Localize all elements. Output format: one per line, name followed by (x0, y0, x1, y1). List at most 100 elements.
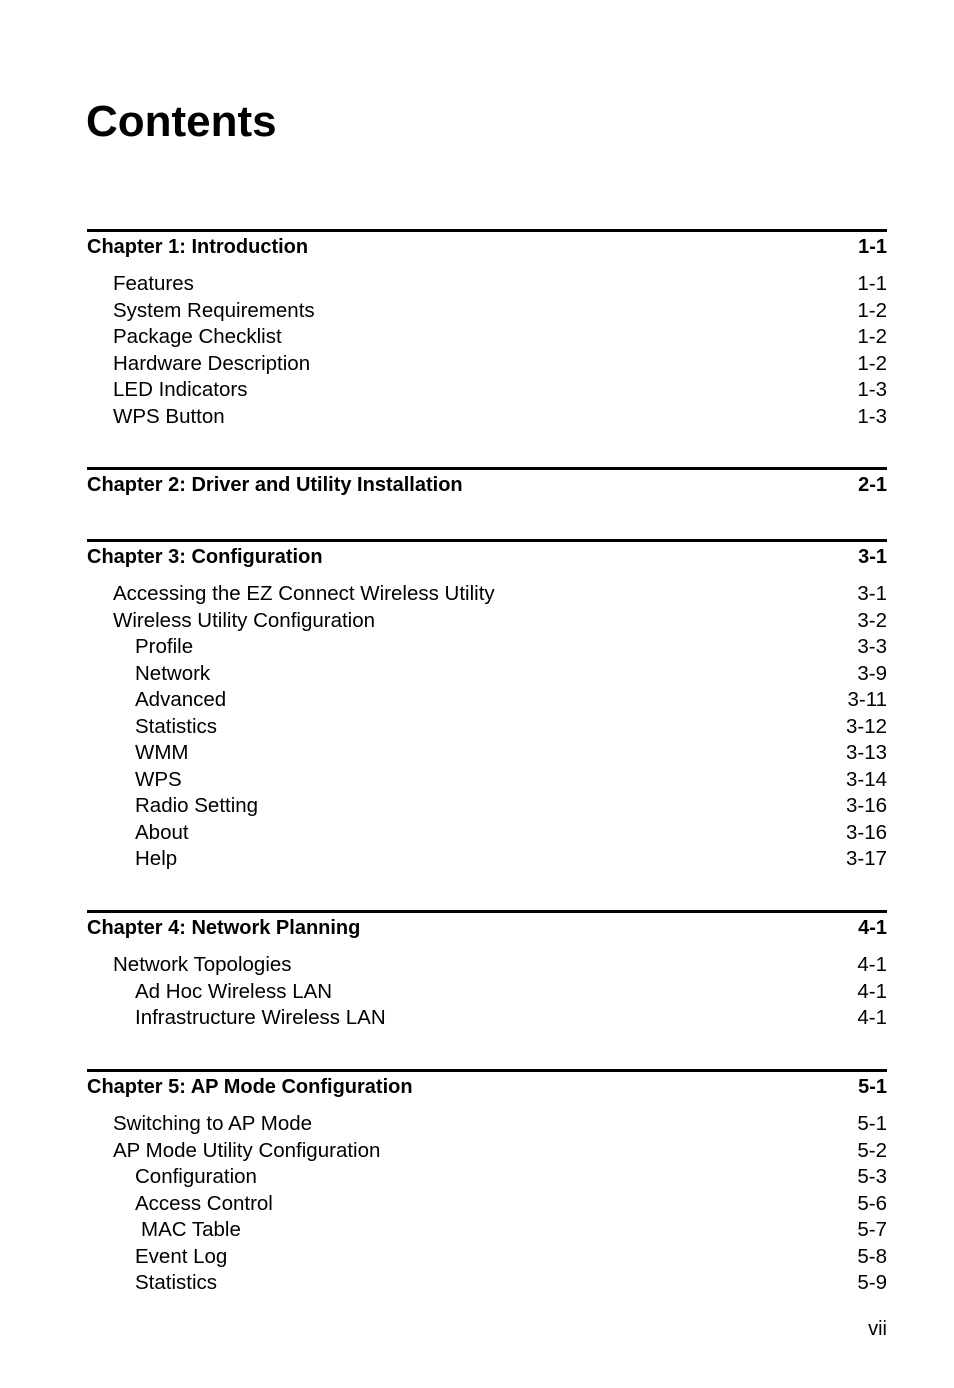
entry-title: Access Control (135, 1191, 273, 1215)
entry-page-number: 4-1 (857, 953, 887, 976)
entry-page-number: 3-2 (857, 608, 887, 632)
toc-entry[interactable]: WPS 3-14 (87, 767, 887, 794)
entry-title: WMM (135, 741, 189, 764)
entry-list: Network Topologies 4-1 Ad Hoc Wireless LAN… (87, 952, 887, 1032)
entry-page-number: 5-1 (857, 1112, 887, 1135)
toc-entry[interactable]: About 3-16 (87, 820, 887, 847)
entry-title: WPS (135, 767, 182, 791)
entry-title: Advanced (135, 688, 227, 711)
entry-page-number: 1-2 (857, 298, 887, 322)
page-title: Contents (86, 97, 277, 146)
toc-entry[interactable]: Hardware Description 1-2 (87, 351, 887, 378)
toc-entry[interactable]: Help 3-17 (87, 846, 887, 873)
entry-page-number: 1-2 (857, 351, 887, 375)
toc-entry[interactable]: Configuration 5-3 (87, 1164, 887, 1191)
entry-title: Infrastructure Wireless LAN (135, 1006, 386, 1029)
chapter-page-number: 4-1 (858, 917, 887, 939)
entry-title: Ad Hoc Wireless LAN (135, 979, 333, 1003)
toc-entry[interactable]: Access Control 5-6 (87, 1191, 887, 1218)
toc-entry[interactable]: MAC Table 5-7 (87, 1217, 887, 1244)
entry-page-number: 5-3 (857, 1165, 887, 1188)
entry-title: MAC Table (141, 1218, 241, 1241)
toc-entry[interactable]: Radio Setting 3-16 (87, 793, 887, 820)
chapter-title: Chapter 1: Introduction (87, 236, 309, 258)
entry-title: Radio Setting (135, 794, 259, 817)
toc-entry[interactable]: Network Topologies 4-1 (87, 952, 887, 979)
entry-page-number: 1-2 (857, 325, 887, 348)
entry-title: Network Topologies (113, 953, 292, 976)
entry-title: Hardware Description (113, 351, 311, 375)
entry-title: Accessing the EZ Connect Wireless Utilit… (113, 582, 495, 605)
chapter-title: Chapter 3: Configuration (87, 546, 323, 568)
toc-entry[interactable]: System Requirements 1-2 (87, 298, 887, 325)
toc-entry[interactable]: Infrastructure Wireless LAN 4-1 (87, 1005, 887, 1032)
entry-title: About (135, 820, 189, 844)
toc-entry[interactable]: Event Log 5-8 (87, 1244, 887, 1271)
chapter-section: Chapter 1: Introduction 1-1 Features 1-1 Sys… (87, 229, 887, 430)
entry-title: Configuration (135, 1165, 257, 1188)
page-number: vii (868, 1318, 887, 1340)
chapter-page-number: 1-1 (858, 236, 887, 258)
toc-entry[interactable]: WPS Button 1-3 (87, 404, 887, 431)
entry-page-number: 3-12 (845, 714, 887, 738)
entry-page-number: 3-16 (845, 794, 887, 817)
toc-entry[interactable]: Package Checklist 1-2 (87, 324, 887, 351)
entry-page-number: 1-3 (857, 378, 887, 401)
entry-title: Switching to AP Mode (113, 1112, 313, 1135)
entry-page-number: 3-9 (857, 661, 887, 685)
entry-page-number: 3-1 (857, 582, 887, 605)
chapter-title: Chapter 2: Driver and Utility Installati… (87, 474, 463, 496)
entry-page-number: 5-7 (857, 1218, 887, 1241)
entry-page-number: 5-9 (857, 1271, 887, 1294)
toc-entry[interactable]: Advanced 3-11 (87, 687, 887, 714)
chapter-title: Chapter 5: AP Mode Configuration (87, 1076, 413, 1098)
entry-list: Features 1-1 System Requirements 1-2 Package… (87, 271, 887, 430)
entry-page-number: 3-13 (845, 741, 887, 764)
chapter-page-number: 2-1 (858, 474, 887, 496)
toc-entry[interactable]: WMM 3-13 (87, 740, 887, 767)
entry-page-number: 1-3 (857, 404, 887, 428)
chapter-heading[interactable]: Chapter 5: AP Mode Configuration 5-1 (87, 1075, 887, 1099)
entry-title: Statistics (135, 1271, 218, 1294)
toc-entry[interactable]: Accessing the EZ Connect Wireless Utilit… (87, 581, 887, 608)
entry-page-number: 1-1 (857, 272, 887, 295)
entry-title: Network (135, 661, 211, 685)
entry-list: Switching to AP Mode 5-1 AP Mode Utility C… (87, 1111, 887, 1297)
toc-entry[interactable]: LED Indicators 1-3 (87, 377, 887, 404)
entry-title: Profile (135, 635, 194, 658)
entry-list: Accessing the EZ Connect Wireless Utilit… (87, 581, 887, 873)
entry-page-number: 4-1 (857, 1006, 887, 1029)
toc-entry[interactable]: Wireless Utility Configuration 3-2 (87, 608, 887, 635)
entry-page-number: 4-1 (857, 979, 887, 1003)
chapter-section: Chapter 4: Network Planning 4-1 Network To… (87, 910, 887, 1032)
chapter-heading[interactable]: Chapter 4: Network Planning 4-1 (87, 916, 887, 940)
toc-entry[interactable]: Features 1-1 (87, 271, 887, 298)
entry-page-number: 3-3 (857, 635, 887, 658)
toc-entry[interactable]: Network 3-9 (87, 661, 887, 688)
chapter-title: Chapter 4: Network Planning (87, 917, 361, 939)
entry-page-number: 5-2 (857, 1138, 887, 1162)
entry-title: Wireless Utility Configuration (113, 608, 376, 632)
entry-title: Features (113, 272, 194, 295)
entry-title: LED Indicators (113, 378, 248, 401)
chapter-heading[interactable]: Chapter 3: Configuration 3-1 (87, 545, 887, 569)
chapter-section: Chapter 5: AP Mode Configuration 5-1 Switc… (87, 1069, 887, 1297)
entry-title: System Requirements (113, 298, 315, 322)
toc-entry[interactable]: Switching to AP Mode 5-1 (87, 1111, 887, 1138)
entry-title: Package Checklist (113, 325, 282, 348)
toc-entry[interactable]: Statistics 5-9 (87, 1270, 887, 1297)
entry-page-number: 3-17 (845, 847, 887, 870)
entry-title: Statistics (135, 714, 218, 738)
entry-page-number: 3-16 (845, 820, 887, 844)
toc-entry[interactable]: Profile 3-3 (87, 634, 887, 661)
entry-page-number: 5-8 (857, 1244, 887, 1268)
toc-entry[interactable]: AP Mode Utility Configuration 5-2 (87, 1138, 887, 1165)
chapter-heading[interactable]: Chapter 2: Driver and Utility Installati… (87, 473, 887, 497)
entry-title: AP Mode Utility Configuration (113, 1138, 381, 1162)
toc-entry[interactable]: Statistics 3-12 (87, 714, 887, 741)
chapter-section: Chapter 2: Driver and Utility Installati… (87, 467, 887, 497)
entry-page-number: 3-11 (847, 688, 887, 711)
entry-title: WPS Button (113, 404, 225, 428)
chapter-heading[interactable]: Chapter 1: Introduction 1-1 (87, 235, 887, 259)
toc-entry[interactable]: Ad Hoc Wireless LAN 4-1 (87, 979, 887, 1006)
